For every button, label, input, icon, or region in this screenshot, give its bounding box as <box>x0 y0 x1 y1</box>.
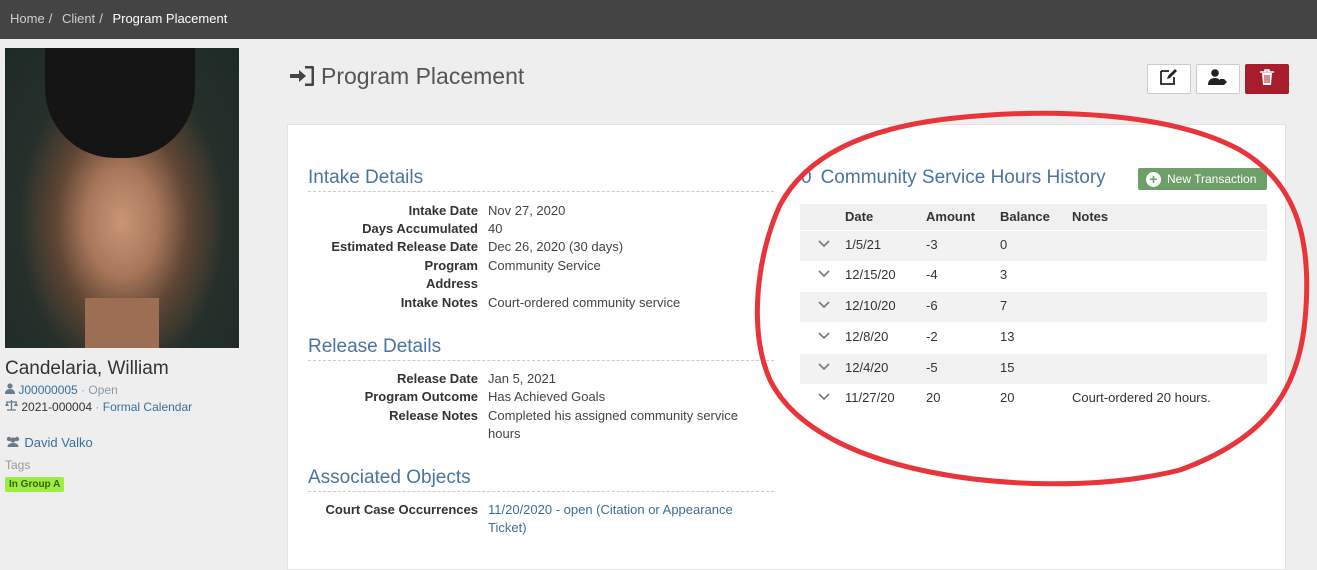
plus-circle-icon: + <box>1146 171 1161 187</box>
table-header: Date Amount Balance Notes <box>800 204 1267 230</box>
breadcrumb-separator: / <box>99 11 103 26</box>
history-title: Community Service Hours History <box>820 167 1106 188</box>
cell-date: 1/5/21 <box>845 237 882 252</box>
tags-label: Tags <box>5 458 31 472</box>
cell-amount: -6 <box>926 298 938 313</box>
top-bar: Home / Client / Program Placement <box>0 0 1317 39</box>
cell-date: 11/27/20 <box>845 390 895 405</box>
officer-link[interactable]: David Valko <box>24 435 92 450</box>
cell-date: 12/8/20 <box>845 329 889 344</box>
balance-scale-icon <box>5 400 21 414</box>
column-header-amount[interactable]: Amount <box>926 209 975 224</box>
detail-value: Has Achieved Goals <box>488 389 606 404</box>
cell-date: 12/4/20 <box>845 360 889 375</box>
history-heading: 0 Community Service Hours History <box>801 167 1106 189</box>
cell-date: 12/15/20 <box>845 267 896 282</box>
chevron-down-icon[interactable] <box>818 270 830 278</box>
client-photo <box>5 48 239 348</box>
docket-separator: · <box>95 400 100 414</box>
sign-in-icon <box>290 65 315 92</box>
breadcrumb: Home / Client / Program Placement <box>10 11 227 26</box>
page-title: Program Placement <box>290 63 524 92</box>
cell-amount: -4 <box>926 267 938 282</box>
calendar-link[interactable]: Formal Calendar <box>103 400 192 414</box>
detail-label: Intake Date <box>408 203 478 218</box>
delete-button[interactable] <box>1245 64 1289 94</box>
detail-label: Release Notes <box>389 408 478 423</box>
column-header-balance[interactable]: Balance <box>1000 209 1050 224</box>
detail-value: Community Service <box>488 258 601 273</box>
edit-icon <box>1160 68 1178 90</box>
detail-value: 40 <box>488 221 503 236</box>
breadcrumb-home[interactable]: Home <box>10 11 45 26</box>
chevron-down-icon[interactable] <box>818 363 830 371</box>
edit-button[interactable] <box>1147 64 1191 94</box>
cell-amount: 20 <box>926 390 941 405</box>
detail-value: Court-ordered community service <box>488 295 681 310</box>
photo-hair <box>45 48 195 158</box>
chevron-down-icon[interactable] <box>818 240 830 248</box>
photo-neck <box>85 298 159 348</box>
breadcrumb-separator: / <box>48 11 53 26</box>
column-header-notes[interactable]: Notes <box>1072 209 1108 224</box>
table-row[interactable]: 11/27/20 20 20 Court-ordered 20 hours. <box>800 384 1267 414</box>
breadcrumb-current: Program Placement <box>112 11 228 26</box>
history-count: 0 <box>801 167 812 188</box>
docket-meta: 2021-000004 · Formal Calendar <box>5 400 192 414</box>
chevron-down-icon[interactable] <box>818 301 830 309</box>
new-transaction-button[interactable]: + New Transaction <box>1138 168 1267 190</box>
user-icon <box>5 383 18 397</box>
users-icon <box>5 436 24 450</box>
detail-value: Jan 5, 2021 <box>488 371 556 386</box>
officer-meta: David Valko <box>5 435 93 450</box>
table-row[interactable]: 12/15/20 -4 3 <box>800 261 1267 291</box>
table-row[interactable]: 12/10/20 -6 7 <box>800 292 1267 322</box>
cell-balance: 0 <box>1000 237 1008 252</box>
detail-label: Days Accumulated <box>362 221 478 236</box>
chevron-down-icon[interactable] <box>818 332 830 340</box>
new-transaction-label: New Transaction <box>1167 172 1257 186</box>
case-status: · Open <box>81 383 118 397</box>
case-meta: J00000005 · Open <box>5 383 118 397</box>
release-details-heading: Release Details <box>308 336 774 361</box>
detail-value: Dec 26, 2020 (30 days) <box>488 239 624 254</box>
intake-details-heading: Intake Details <box>308 167 774 192</box>
cell-amount: -3 <box>926 237 938 252</box>
table-row[interactable]: 12/8/20 -2 13 <box>800 323 1267 353</box>
case-id-link[interactable]: J00000005 <box>18 383 77 397</box>
user-tag-icon <box>1208 68 1228 90</box>
detail-label: Release Date <box>397 371 478 386</box>
breadcrumb-client[interactable]: Client <box>62 11 95 26</box>
detail-value: Completed his assigned community service… <box>488 408 738 441</box>
cell-amount: -5 <box>926 360 938 375</box>
detail-label: Court Case Occurrences <box>325 502 478 517</box>
cell-balance: 3 <box>1000 267 1008 282</box>
assign-user-button[interactable] <box>1196 64 1240 94</box>
tag-badge[interactable]: In Group A <box>5 477 65 492</box>
cell-notes: Court-ordered 20 hours. <box>1072 390 1211 405</box>
detail-label: Address <box>425 276 478 291</box>
cell-balance: 7 <box>1000 298 1008 313</box>
detail-value: Nov 27, 2020 <box>488 203 566 218</box>
detail-label: Program Outcome <box>364 389 478 404</box>
associated-objects-heading: Associated Objects <box>308 467 774 492</box>
placement-panel: Intake Details Intake Date Nov 27, 2020 D… <box>287 124 1286 570</box>
trash-icon <box>1260 68 1274 90</box>
cell-amount: -2 <box>926 329 938 344</box>
client-name: Candelaria, William <box>5 358 169 379</box>
cell-balance: 20 <box>1000 390 1015 405</box>
court-case-link[interactable]: 11/20/2020 - open (Citation or Appearanc… <box>488 502 733 535</box>
chevron-down-icon[interactable] <box>818 393 830 401</box>
column-header-date[interactable]: Date <box>845 209 873 224</box>
cell-balance: 15 <box>1000 360 1015 375</box>
docket-number: 2021-000004 <box>21 400 93 414</box>
detail-label: Program <box>424 258 478 273</box>
table-row[interactable]: 12/4/20 -5 15 <box>800 354 1267 384</box>
cell-date: 12/10/20 <box>845 298 896 313</box>
table-row[interactable]: 1/5/21 -3 0 <box>800 231 1267 261</box>
page-title-text: Program Placement <box>321 63 525 89</box>
detail-label: Estimated Release Date <box>331 239 478 254</box>
detail-label: Intake Notes <box>400 295 478 310</box>
cell-balance: 13 <box>1000 329 1015 344</box>
